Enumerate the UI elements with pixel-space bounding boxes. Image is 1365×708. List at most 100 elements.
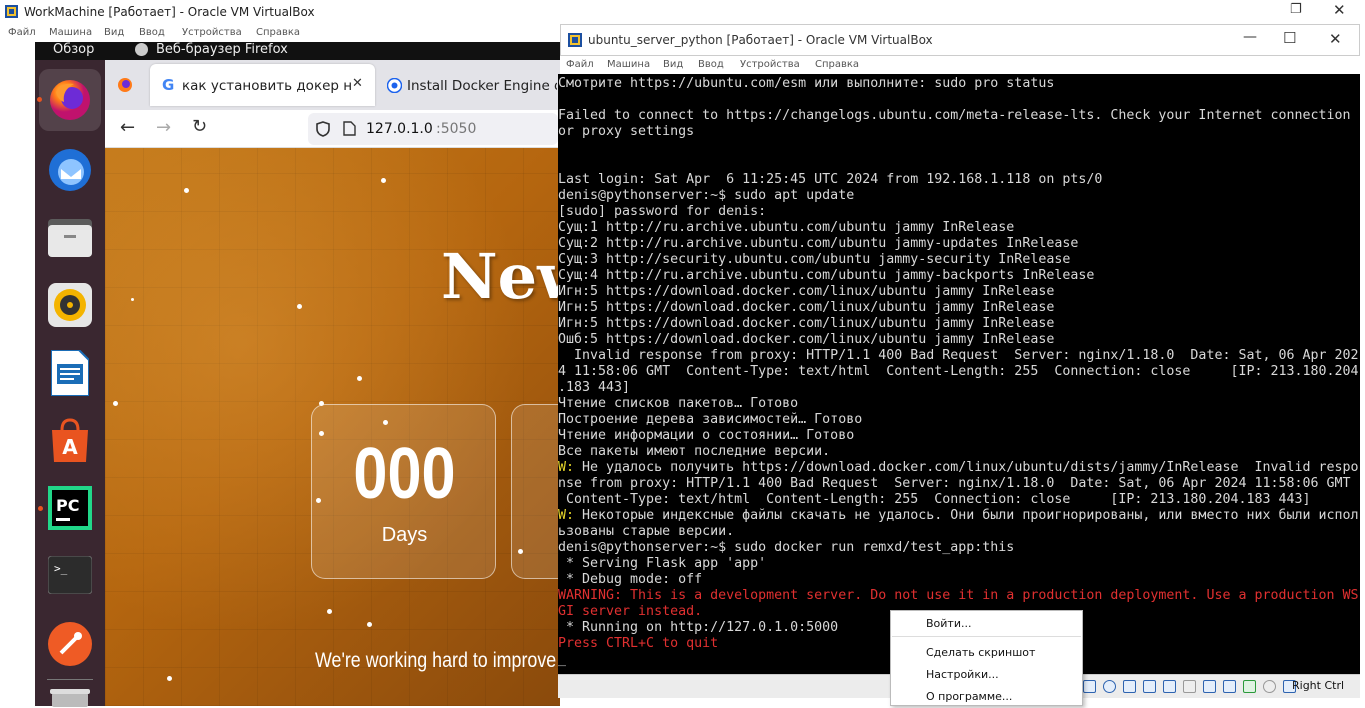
active-app-name[interactable]: Веб-браузер Firefox <box>156 42 288 57</box>
terminal-console[interactable]: Смотрите https://ubuntu.com/esm или выпо… <box>558 74 1360 674</box>
menu-item-screenshot[interactable]: Сделать скриншот <box>926 646 1035 659</box>
url-bar[interactable]: 127.0.1.0 :5050 <box>308 113 558 145</box>
dock-files[interactable] <box>46 213 94 261</box>
forward-icon[interactable]: → <box>156 117 171 138</box>
terminal-line: W: Некоторые индексные файлы скачать не … <box>558 508 1360 524</box>
tab-google-search[interactable]: G как установить докер на ✕ <box>150 64 375 106</box>
terminal-line: Построение дерева зависимостей… Готово <box>558 412 863 427</box>
dock-thunderbird[interactable] <box>46 146 94 194</box>
docker-icon <box>387 78 402 93</box>
menu-input[interactable]: Ввод <box>139 27 165 38</box>
menu-machine[interactable]: Машина <box>607 59 650 70</box>
terminal-line: Все пакеты имеют последние версии. <box>558 444 831 459</box>
close-icon[interactable]: ✕ <box>1333 1 1346 19</box>
terminal-line: Last login: Sat Apr 6 11:25:45 UTC 2024 … <box>558 172 1103 187</box>
display-icon[interactable] <box>1203 680 1216 693</box>
tab-docker-install[interactable]: Install Docker Engine o <box>383 64 560 106</box>
menu-devices[interactable]: Устройства <box>182 27 242 38</box>
menu-machine[interactable]: Машина <box>49 27 92 38</box>
terminal-line: nse from proxy: HTTP/1.1 400 Bad Request… <box>558 476 1351 491</box>
menu-help[interactable]: Справка <box>256 27 300 38</box>
page-tagline: We're working hard to improve <box>315 649 557 672</box>
menu-file[interactable]: Файл <box>8 27 36 38</box>
terminal-icon: >_ <box>48 556 92 594</box>
pycharm-icon: PC <box>48 486 92 530</box>
dock-rhythmbox[interactable] <box>46 281 94 329</box>
inner-window-title: ubuntu_server_python [Работает] - Oracle… <box>588 33 933 47</box>
running-indicator <box>38 506 43 511</box>
terminal-line-text: Не удалось получить https://download.doc… <box>574 460 1359 475</box>
star-dot <box>367 622 372 627</box>
terminal-line: Чтение списков пакетов… Готово <box>558 396 799 411</box>
menu-view[interactable]: Вид <box>663 59 683 70</box>
terminal-line: .183 443] <box>558 380 631 395</box>
network-icon[interactable] <box>1143 680 1156 693</box>
maximize-icon[interactable]: ☐ <box>1283 29 1296 47</box>
outer-window-titlebar: WorkMachine [Работает] - Oracle VM Virtu… <box>0 0 1365 24</box>
countdown-hours-card <box>511 404 560 579</box>
firefox-app-icon <box>135 43 148 56</box>
overview-button[interactable]: Обзор <box>53 42 94 57</box>
back-icon[interactable]: ← <box>120 117 135 138</box>
menu-view[interactable]: Вид <box>104 27 124 38</box>
shield-icon[interactable] <box>316 121 330 137</box>
dock-trash[interactable] <box>46 688 94 708</box>
terminal-line: 4 11:58:06 GMT Content-Type: text/html C… <box>558 364 1359 379</box>
terminal-line: W: Не удалось получить https://download.… <box>558 460 1360 476</box>
warning-prefix: W: <box>558 460 575 475</box>
gnome-top-bar: Обзор Веб-браузер Firefox <box>35 42 560 60</box>
audio-icon[interactable] <box>1123 680 1136 693</box>
optical-drive-icon[interactable] <box>1103 680 1116 693</box>
menu-item-login[interactable]: Войти... <box>926 617 971 630</box>
tab-close-icon[interactable]: ✕ <box>352 76 363 91</box>
hard-disk-icon[interactable] <box>1083 680 1096 693</box>
terminal-line: Failed to connect to https://changelogs.… <box>558 108 1351 123</box>
menu-item-about[interactable]: О программе... <box>926 690 1012 703</box>
reload-icon[interactable]: ↻ <box>192 116 207 137</box>
page-info-icon[interactable] <box>343 121 356 136</box>
terminal-line: Сущ:2 http://ru.archive.ubuntu.com/ubunt… <box>558 236 1079 251</box>
menu-item-settings[interactable]: Настройки... <box>926 668 999 681</box>
firefox-icon <box>50 80 90 120</box>
star-dot <box>184 188 189 193</box>
dock-separator <box>47 679 93 680</box>
virtualbox-icon <box>568 33 582 47</box>
mouse-integration-icon[interactable] <box>1263 680 1276 693</box>
minimize-icon[interactable]: — <box>1243 29 1257 45</box>
ubuntu-dock: A PC >_ <box>35 60 105 708</box>
dock-firefox[interactable] <box>39 69 101 131</box>
dock-postman[interactable] <box>46 620 94 668</box>
firefox-navbar: ← → ↻ 127.0.1.0 :5050 <box>105 110 560 148</box>
terminal-line: [sudo] password for denis: <box>558 204 767 219</box>
terminal-line: Сущ:3 http://security.ubuntu.com/ubuntu … <box>558 252 1071 267</box>
menu-file[interactable]: Файл <box>566 59 594 70</box>
running-indicator <box>37 97 42 102</box>
terminal-line-text: Некоторые индексные файлы скачать не уда… <box>574 508 1359 523</box>
dock-app-center[interactable]: A <box>46 416 94 464</box>
menu-input[interactable]: Ввод <box>698 59 724 70</box>
svg-text:A: A <box>62 435 78 459</box>
terminal-line: * Debug mode: off <box>558 572 703 587</box>
terminal-line: WARNING: This is a development server. D… <box>558 588 1359 603</box>
dock-writer[interactable] <box>46 349 94 397</box>
dock-terminal[interactable]: >_ <box>46 551 94 599</box>
recording-icon[interactable] <box>1223 680 1236 693</box>
terminal-line: Игн:5 https://download.docker.com/linux/… <box>558 284 1055 299</box>
usb-icon[interactable] <box>1163 680 1176 693</box>
terminal-line: Ошб:5 https://download.docker.com/linux/… <box>558 332 1055 347</box>
close-icon[interactable]: ✕ <box>1329 30 1342 48</box>
cpu-icon[interactable] <box>1243 680 1256 693</box>
terminal-line: Content-Type: text/html Content-Length: … <box>558 492 1311 507</box>
libreoffice-writer-icon <box>51 350 89 396</box>
menu-help[interactable]: Справка <box>815 59 859 70</box>
firefox-view-icon[interactable] <box>117 77 133 93</box>
menu-devices[interactable]: Устройства <box>740 59 800 70</box>
terminal-line: Игн:5 https://download.docker.com/linux/… <box>558 316 1055 331</box>
app-center-icon: A <box>52 418 88 462</box>
restore-icon[interactable]: ❐ <box>1290 2 1302 17</box>
dock-pycharm[interactable]: PC <box>46 484 94 532</box>
tab-label: как установить докер на <box>182 78 352 94</box>
shared-folders-icon[interactable] <box>1183 680 1196 693</box>
